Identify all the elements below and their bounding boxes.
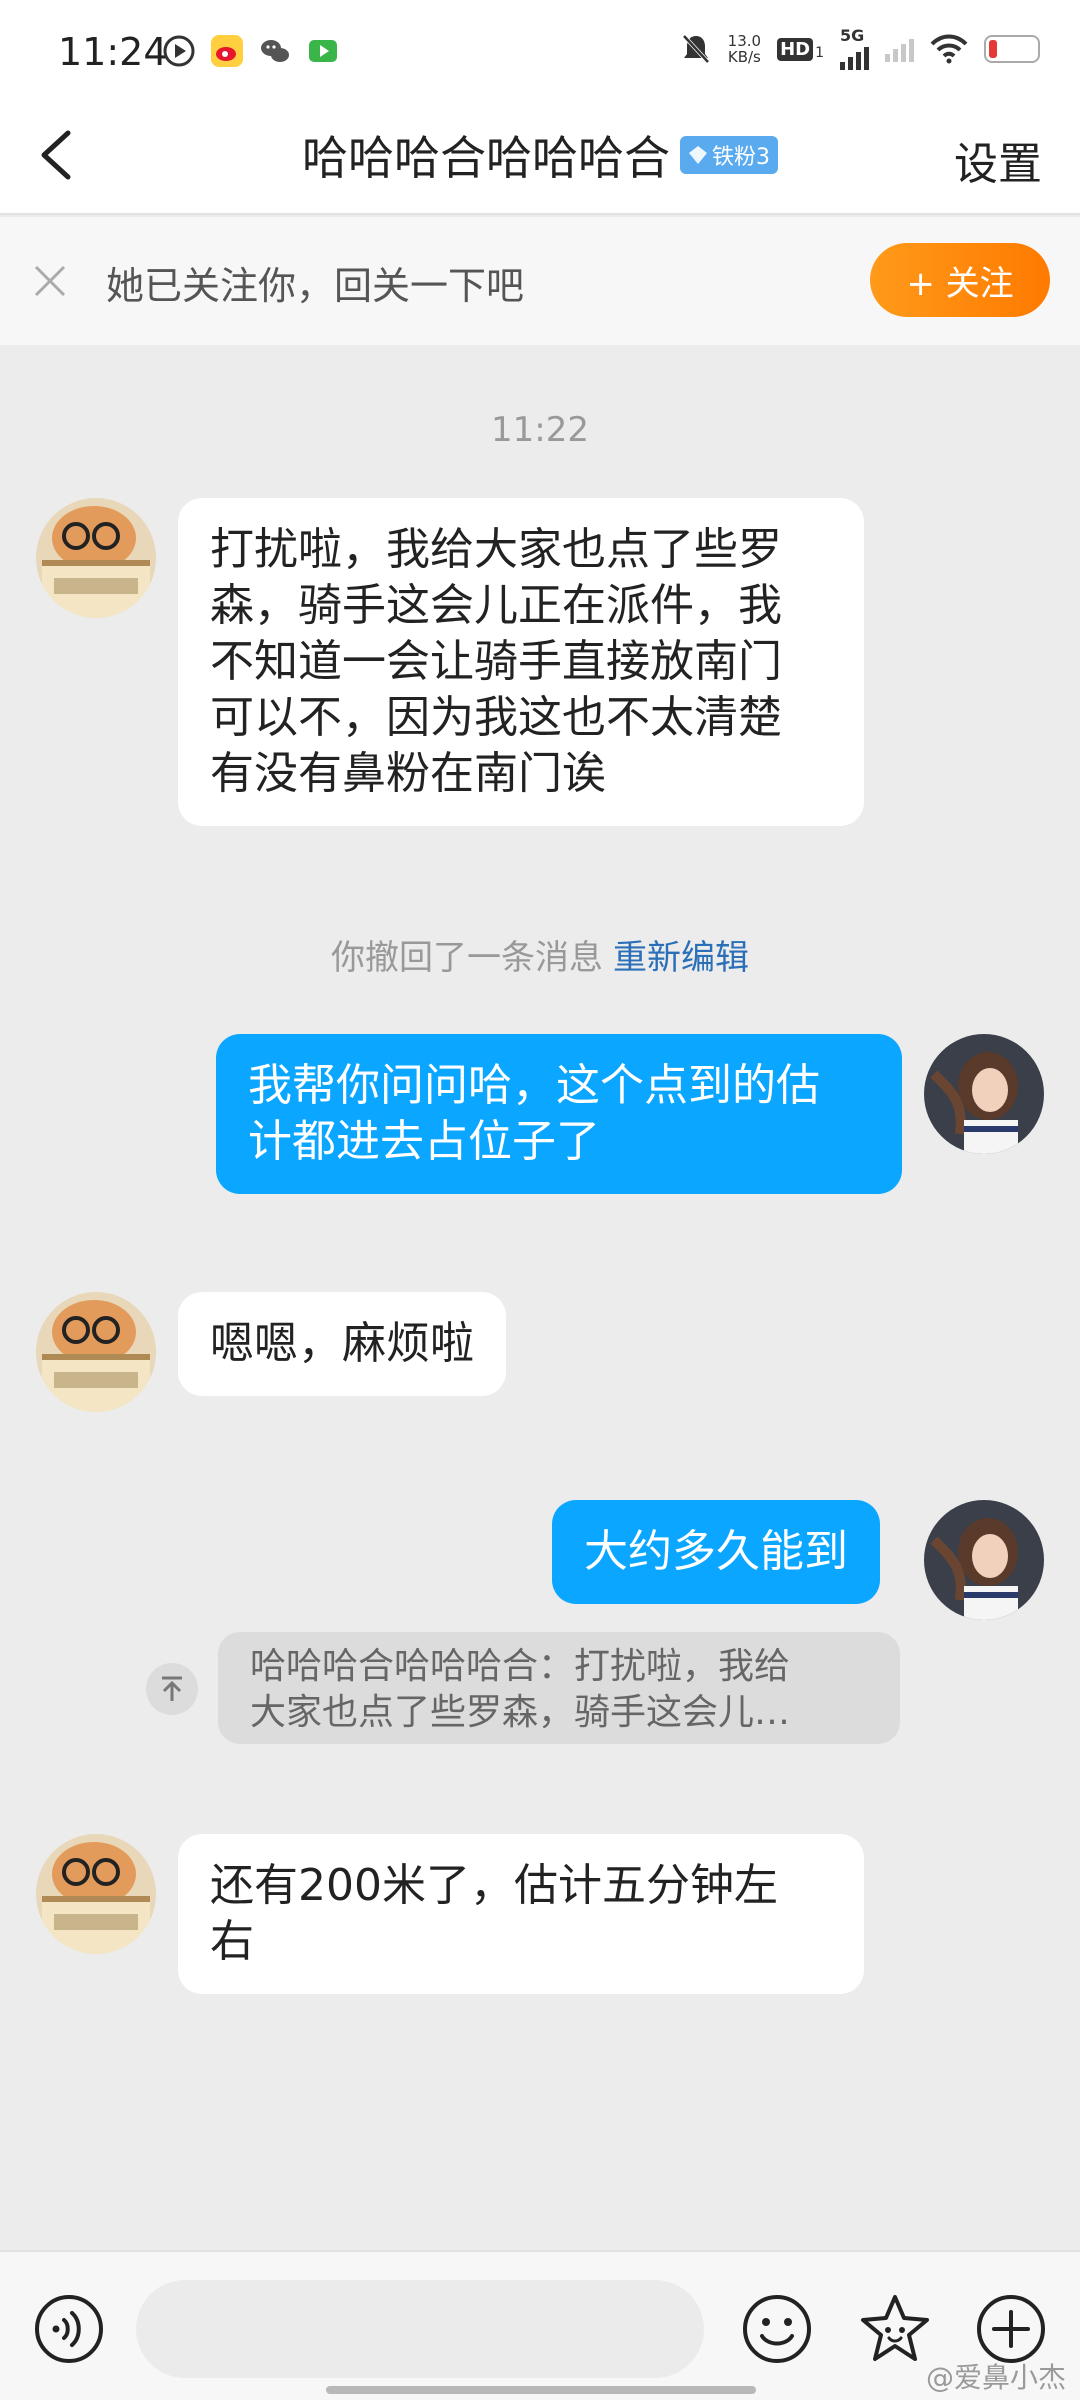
status-right: 13.0 KB/s HD 1 5G	[680, 28, 1040, 70]
status-time: 11:24	[58, 30, 168, 74]
smiley-icon	[743, 2295, 811, 2363]
hamster-avatar-icon	[36, 1834, 156, 1954]
hd-sub: 1	[815, 44, 824, 61]
message-bubble-incoming[interactable]: 打扰啦，我给大家也点了些罗 森，骑手这会儿正在派件，我 不知道一会让骑手直接放南…	[178, 498, 864, 826]
watermark: @爱鼻小杰	[925, 2361, 1066, 2394]
hamster-avatar-icon	[36, 498, 156, 618]
signal-bars-2-icon	[885, 36, 914, 62]
voice-button[interactable]	[32, 2292, 106, 2366]
message-line: 计都进去占位子了	[248, 1116, 600, 1167]
input-bar	[0, 2250, 1080, 2400]
message-bubble-incoming[interactable]: 嗯嗯，麻烦啦	[178, 1292, 506, 1396]
message-bubble-outgoing[interactable]: 我帮你问问哈，这个点到的估 计都进去占位子了	[216, 1034, 902, 1194]
quoted-message[interactable]: 哈哈哈合哈哈哈合：打扰啦，我给 大家也点了些罗森，骑手这会儿…	[218, 1632, 900, 1744]
message-line: 可以不，因为我这也不太清楚	[210, 692, 782, 743]
quote-line: 大家也点了些罗森，骑手这会儿…	[250, 1692, 791, 1733]
notification-icons	[162, 34, 340, 68]
my-avatar[interactable]	[924, 1034, 1044, 1154]
message-line: 右	[210, 1916, 254, 1967]
net-label: 5G	[840, 26, 865, 45]
follow-prompt-text: 她已关注你，回关一下吧	[106, 264, 525, 308]
message-line: 我帮你问问哈，这个点到的估	[248, 1060, 820, 1111]
diamond-icon	[689, 146, 707, 164]
fan-badge-label: 铁粉3	[712, 145, 770, 170]
wifi-icon	[930, 34, 968, 64]
play-icon	[162, 34, 196, 68]
hd-label: HD	[777, 37, 814, 61]
mute-icon	[682, 34, 710, 64]
message-line: 打扰啦，我给大家也点了些罗	[210, 524, 782, 575]
message-line: 嗯嗯，麻烦啦	[210, 1318, 474, 1369]
emoji-button[interactable]	[740, 2292, 814, 2366]
girl-avatar-icon	[924, 1034, 1044, 1154]
settings-button[interactable]: 设置	[954, 128, 1042, 192]
re-edit-link[interactable]: 重新编辑	[613, 938, 749, 978]
network-speed: 13.0 KB/s	[728, 33, 761, 65]
hamster-avatar-icon	[36, 1292, 156, 1412]
chat-header: 哈哈哈合哈哈哈合 铁粉3 设置	[0, 100, 1080, 215]
message-bubble-outgoing[interactable]: 大约多久能到	[552, 1500, 880, 1604]
page-title: 哈哈哈合哈哈哈合	[302, 131, 670, 185]
signal-5g: 5G	[840, 28, 869, 70]
more-button[interactable]	[974, 2292, 1048, 2366]
recall-text: 你撤回了一条消息	[331, 938, 603, 978]
weibo-icon	[210, 34, 244, 68]
message-line: 有没有鼻粉在南门诶	[210, 748, 606, 799]
follow-button[interactable]: + 关注	[870, 243, 1050, 317]
home-indicator[interactable]	[326, 2386, 756, 2394]
signal-bars-icon	[840, 44, 869, 70]
hd-indicator: HD 1	[777, 37, 824, 61]
close-icon	[34, 265, 66, 297]
sender-avatar[interactable]	[36, 1834, 156, 1954]
follow-prompt-bar: 她已关注你，回关一下吧 + 关注	[0, 217, 1080, 345]
message-time: 11:22	[491, 410, 589, 450]
wechat-icon	[258, 34, 292, 68]
star-face-icon	[861, 2295, 929, 2361]
recall-notice: 你撤回了一条消息 重新编辑	[0, 930, 1080, 979]
quote-line: 哈哈哈合哈哈哈合：打扰啦，我给	[250, 1646, 791, 1687]
message-line: 大约多久能到	[584, 1526, 848, 1577]
message-line: 森，骑手这会儿正在派件，我	[210, 580, 782, 631]
video-app-icon	[306, 34, 340, 68]
arrow-up-icon	[162, 1676, 182, 1701]
girl-avatar-icon	[924, 1500, 1044, 1620]
title-group: 哈哈哈合哈哈哈合 铁粉3	[0, 122, 1080, 188]
sender-avatar[interactable]	[36, 1292, 156, 1412]
close-prompt-button[interactable]	[30, 261, 70, 301]
message-line: 还有200米了，估计五分钟左	[210, 1860, 778, 1911]
my-avatar[interactable]	[924, 1500, 1044, 1620]
battery-icon	[984, 35, 1040, 63]
message-bubble-incoming[interactable]: 还有200米了，估计五分钟左 右	[178, 1834, 864, 1994]
quote-jump-button[interactable]	[146, 1663, 198, 1715]
message-input[interactable]	[136, 2280, 704, 2378]
sender-avatar[interactable]	[36, 498, 156, 618]
voice-icon	[35, 2295, 103, 2363]
speed-value: 13.0	[727, 32, 762, 50]
fan-badge: 铁粉3	[680, 136, 778, 174]
status-bar: 11:24 13.0 KB/s HD 1 5G	[0, 0, 1080, 100]
message-line: 不知道一会让骑手直接放南门	[210, 636, 782, 687]
plus-icon	[977, 2295, 1045, 2363]
speed-unit: KB/s	[727, 48, 761, 66]
sticker-button[interactable]	[858, 2292, 932, 2366]
